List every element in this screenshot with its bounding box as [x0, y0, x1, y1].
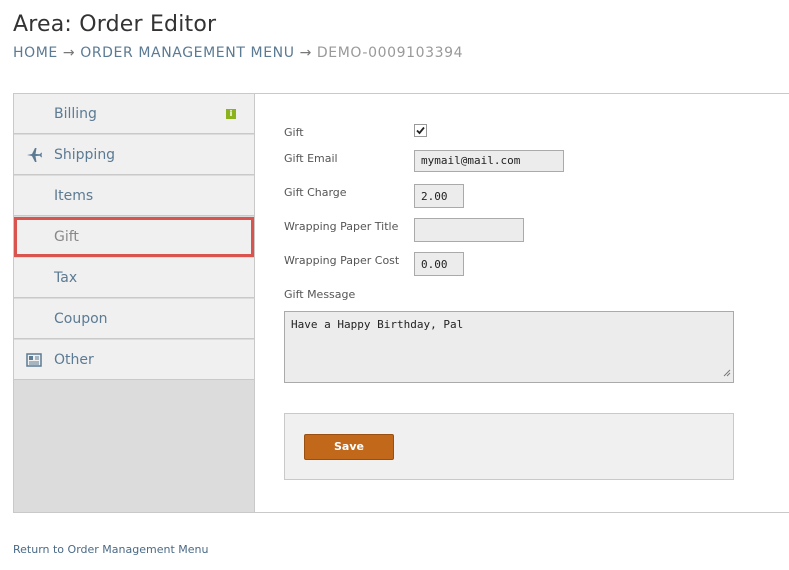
sidebar-item-label: Shipping [54, 147, 116, 163]
gift-charge-field[interactable]: 2.00 [414, 184, 464, 208]
sidebar-item-other[interactable]: Other [14, 340, 254, 380]
gift-message-text: Have a Happy Birthday, Pal [291, 318, 464, 331]
sidebar-item-tax[interactable]: Tax [14, 258, 254, 298]
sidebar-item-label: Items [54, 188, 94, 204]
wrapping-paper-cost-field[interactable]: 0.00 [414, 252, 464, 276]
sidebar-item-label: Billing [54, 106, 97, 122]
wrapping-paper-title-label: Wrapping Paper Title [284, 220, 399, 233]
gift-charge-label: Gift Charge [284, 186, 347, 199]
gift-message-textarea[interactable]: Have a Happy Birthday, Pal [284, 311, 734, 383]
save-button[interactable]: Save [304, 434, 394, 460]
gift-label: Gift [284, 126, 304, 139]
gift-message-label: Gift Message [284, 288, 356, 301]
airplane-icon [26, 147, 42, 163]
wrapping-paper-cost-label: Wrapping Paper Cost [284, 254, 400, 267]
sidebar-item-billing[interactable]: Billing i [14, 94, 254, 134]
sidebar-item-label: Gift [54, 229, 79, 245]
sidebar-item-gift[interactable]: Gift [14, 217, 254, 257]
sidebar-item-shipping[interactable]: Shipping [14, 135, 254, 175]
form-actions: Save [284, 413, 734, 480]
breadcrumb-separator: → [299, 45, 312, 61]
gift-email-field[interactable]: mymail@mail.com [414, 150, 564, 172]
sidebar-item-label: Tax [54, 270, 78, 286]
breadcrumb-home-link[interactable]: HOME [13, 45, 58, 61]
sidebar: Billing i Shipping Items Gift Tax Coupon [13, 94, 255, 512]
breadcrumb: HOME → ORDER MANAGEMENT MENU → DEMO-00091033… [13, 45, 463, 61]
sidebar-item-coupon[interactable]: Coupon [14, 299, 254, 339]
info-badge-icon: i [226, 109, 236, 119]
sidebar-item-label: Other [54, 352, 94, 368]
return-to-order-management-link[interactable]: Return to Order Management Menu [13, 543, 208, 556]
breadcrumb-separator: → [62, 45, 76, 61]
breadcrumb-current-order: DEMO-0009103394 [316, 45, 464, 61]
sidebar-item-items[interactable]: Items [14, 176, 254, 216]
wrapping-paper-title-field[interactable] [414, 218, 524, 242]
newspaper-icon [26, 352, 42, 368]
sidebar-item-label: Coupon [54, 311, 108, 327]
gift-email-label: Gift Email [284, 152, 338, 165]
breadcrumb-order-management-link[interactable]: ORDER MANAGEMENT MENU [80, 45, 294, 61]
gift-checkbox[interactable] [414, 124, 427, 137]
page-title: Area: Order Editor [13, 12, 217, 37]
resize-grip-icon[interactable] [723, 367, 731, 380]
